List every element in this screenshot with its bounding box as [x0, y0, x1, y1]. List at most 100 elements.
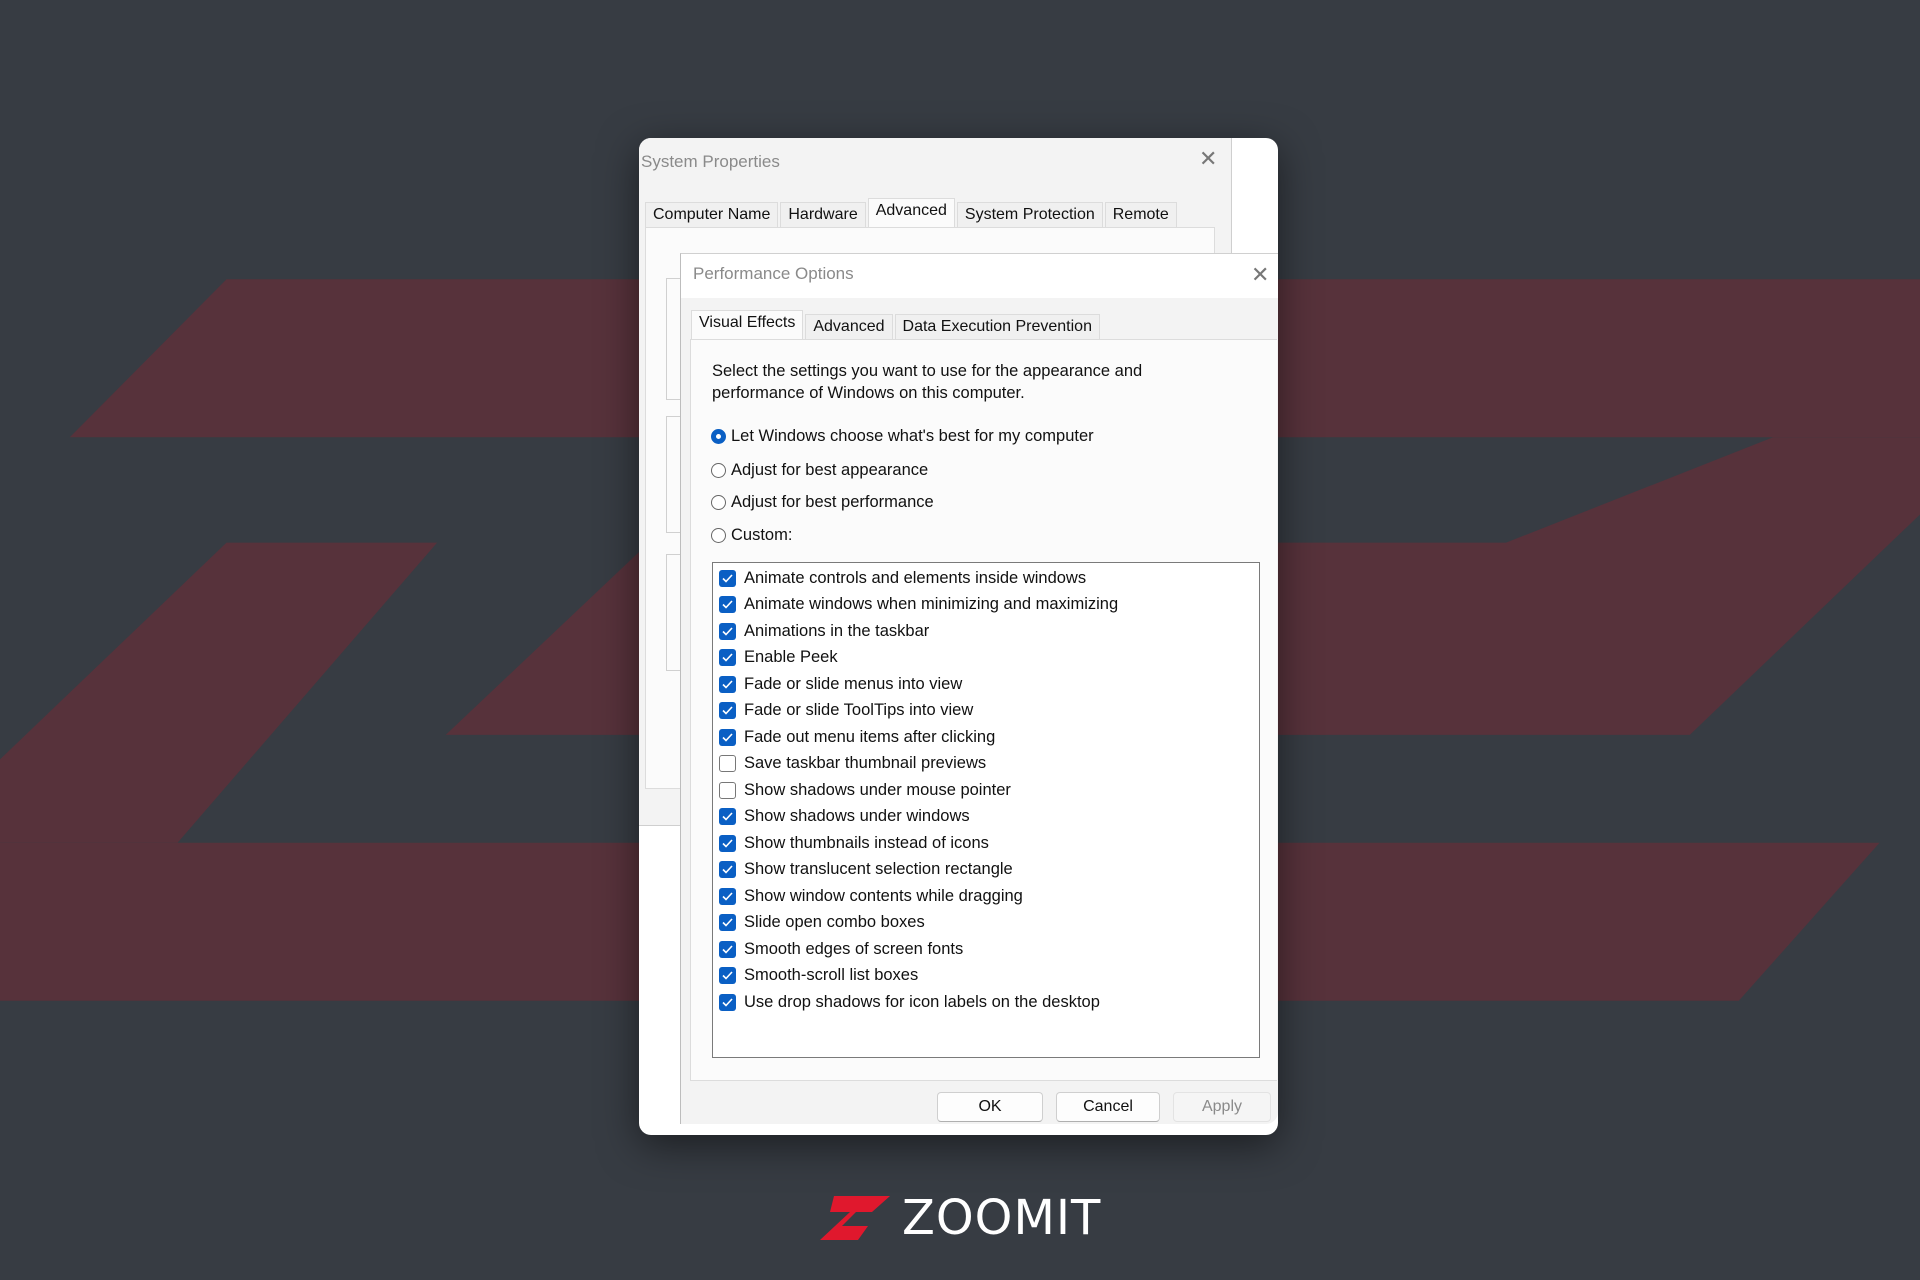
effect-label: Show translucent selection rectangle [744, 860, 1013, 878]
checkmark-icon [722, 653, 733, 662]
checkmark-icon [722, 732, 733, 742]
tab-bar: Visual Effects Advanced Data Execution P… [691, 310, 1102, 342]
effect-label: Smooth-scroll list boxes [744, 966, 919, 984]
effect-item[interactable]: Use drop shadows for icon labels on the … [719, 990, 1100, 1014]
effect-item[interactable]: Save taskbar thumbnail previews [719, 752, 986, 776]
ok-button[interactable]: OK [937, 1092, 1043, 1122]
effect-item[interactable]: Show translucent selection rectangle [719, 858, 1013, 882]
checkmark-icon [722, 891, 733, 901]
tab-computer-name[interactable]: Computer Name [645, 202, 779, 228]
close-icon[interactable]: ✕ [1251, 262, 1269, 288]
checkbox[interactable] [719, 914, 736, 931]
radio-label: Custom: [731, 526, 793, 544]
effects-list[interactable]: Animate controls and elements inside win… [712, 562, 1260, 1058]
effect-label: Save taskbar thumbnail previews [744, 754, 987, 772]
effect-label: Animations in the taskbar [744, 621, 930, 640]
radio-button[interactable] [711, 495, 726, 510]
radio-button[interactable] [711, 528, 726, 543]
checkmark-icon [722, 573, 733, 583]
checkmark-icon [722, 865, 733, 874]
effect-item[interactable]: Enable Peek [719, 646, 838, 670]
checkbox[interactable] [719, 861, 736, 878]
checkbox[interactable] [719, 675, 736, 693]
description: Select the settings you want to use for … [712, 362, 1143, 402]
radio-button[interactable] [711, 463, 726, 478]
radio-button[interactable] [711, 429, 726, 444]
radio-label: Adjust for best appearance [731, 461, 929, 479]
title-bar: Performance Options ✕ [681, 254, 1278, 298]
radio-option[interactable]: Adjust for best performance [711, 493, 934, 512]
close-icon[interactable]: ✕ [1199, 146, 1217, 172]
tab-remote[interactable]: Remote [1104, 202, 1177, 228]
effect-item[interactable]: Animate controls and elements inside win… [719, 566, 1086, 590]
tab-system-protection[interactable]: System Protection [956, 202, 1103, 228]
zoomit-z-icon [820, 1196, 890, 1240]
effect-item[interactable]: Show thumbnails instead of icons [719, 831, 989, 855]
zoomit-logo: ZOOMIT [820, 1190, 1101, 1246]
checkbox[interactable] [719, 728, 736, 746]
effect-item[interactable]: Show window contents while dragging [719, 884, 1023, 908]
apply-button[interactable]: Apply [1173, 1092, 1271, 1122]
checkbox[interactable] [719, 596, 736, 613]
checkbox[interactable] [719, 569, 736, 587]
effect-label: Show shadows under mouse pointer [744, 780, 1011, 799]
checkbox[interactable] [719, 993, 736, 1011]
effect-item[interactable]: Show shadows under mouse pointer [719, 778, 1011, 802]
radio-label: Adjust for best performance [731, 493, 934, 511]
effect-item[interactable]: Smooth-scroll list boxes [719, 964, 918, 988]
effect-label: Fade out menu items after clicking [744, 727, 996, 746]
effect-label: Animate controls and elements inside win… [744, 568, 1087, 587]
effect-label: Show shadows under windows [744, 807, 970, 825]
checkbox[interactable] [719, 622, 736, 640]
decor-diagonal-left [0, 542, 438, 843]
checkbox[interactable] [719, 808, 736, 825]
tab-data-execution-prevention[interactable]: Data Execution Prevention [894, 314, 1100, 340]
window-title: Performance Options [693, 264, 854, 283]
effect-label: Fade or slide ToolTips into view [744, 701, 974, 719]
effect-item[interactable]: Fade or slide ToolTips into view [719, 699, 973, 723]
effect-item[interactable]: Smooth edges of screen fonts [719, 937, 963, 961]
checkbox[interactable] [719, 649, 736, 666]
effect-label: Enable Peek [744, 648, 838, 666]
checkbox[interactable] [719, 940, 736, 958]
effect-label: Fade or slide menus into view [744, 674, 963, 693]
effect-label: Slide open combo boxes [744, 913, 925, 931]
tab-hardware[interactable]: Hardware [780, 202, 866, 228]
effect-item[interactable]: Slide open combo boxes [719, 911, 925, 935]
effect-item[interactable]: Animate windows when minimizing and maxi… [719, 593, 1118, 617]
checkmark-icon [722, 971, 733, 980]
checkmark-icon [722, 812, 733, 821]
cancel-button[interactable]: Cancel [1056, 1092, 1160, 1122]
checkbox[interactable] [719, 702, 736, 719]
checkmark-icon [722, 944, 733, 954]
checkmark-icon [722, 838, 733, 848]
effect-label: Show thumbnails instead of icons [744, 833, 989, 852]
checkbox[interactable] [719, 967, 736, 984]
checkmark-icon [722, 706, 733, 715]
tab-advanced[interactable]: Advanced [867, 198, 955, 230]
checkbox[interactable] [719, 781, 736, 799]
tab-advanced[interactable]: Advanced [805, 314, 893, 340]
effect-item[interactable]: Fade or slide menus into view [719, 672, 962, 696]
logo-text: ZOOMIT [902, 1190, 1102, 1246]
performance-options-window: Performance Options ✕ Visual Effects Adv… [680, 253, 1278, 1124]
checkmark-icon [722, 626, 733, 636]
radio-label: Let Windows choose what's best for my co… [731, 427, 1094, 445]
checkmark-icon [722, 600, 733, 609]
effect-label: Use drop shadows for icon labels on the … [744, 992, 1100, 1011]
radio-option[interactable]: Custom: [711, 526, 792, 545]
effect-item[interactable]: Animations in the taskbar [719, 619, 929, 643]
effect-label: Show window contents while dragging [744, 886, 1023, 905]
radio-option[interactable]: Let Windows choose what's best for my co… [711, 427, 1094, 446]
checkbox[interactable] [719, 755, 736, 772]
radio-option[interactable]: Adjust for best appearance [711, 461, 928, 480]
tab-visual-effects[interactable]: Visual Effects [691, 310, 804, 342]
visual-effects-panel: Select the settings you want to use for … [690, 339, 1277, 1081]
effect-label: Smooth edges of screen fonts [744, 939, 964, 958]
checkbox[interactable] [719, 887, 736, 905]
checkmark-icon [722, 918, 733, 927]
effect-item[interactable]: Show shadows under windows [719, 805, 970, 829]
effect-item[interactable]: Fade out menu items after clicking [719, 725, 995, 749]
checkbox[interactable] [719, 834, 736, 852]
dialog-frame: System Properties ✕ Computer Name Hardwa… [639, 138, 1278, 1135]
